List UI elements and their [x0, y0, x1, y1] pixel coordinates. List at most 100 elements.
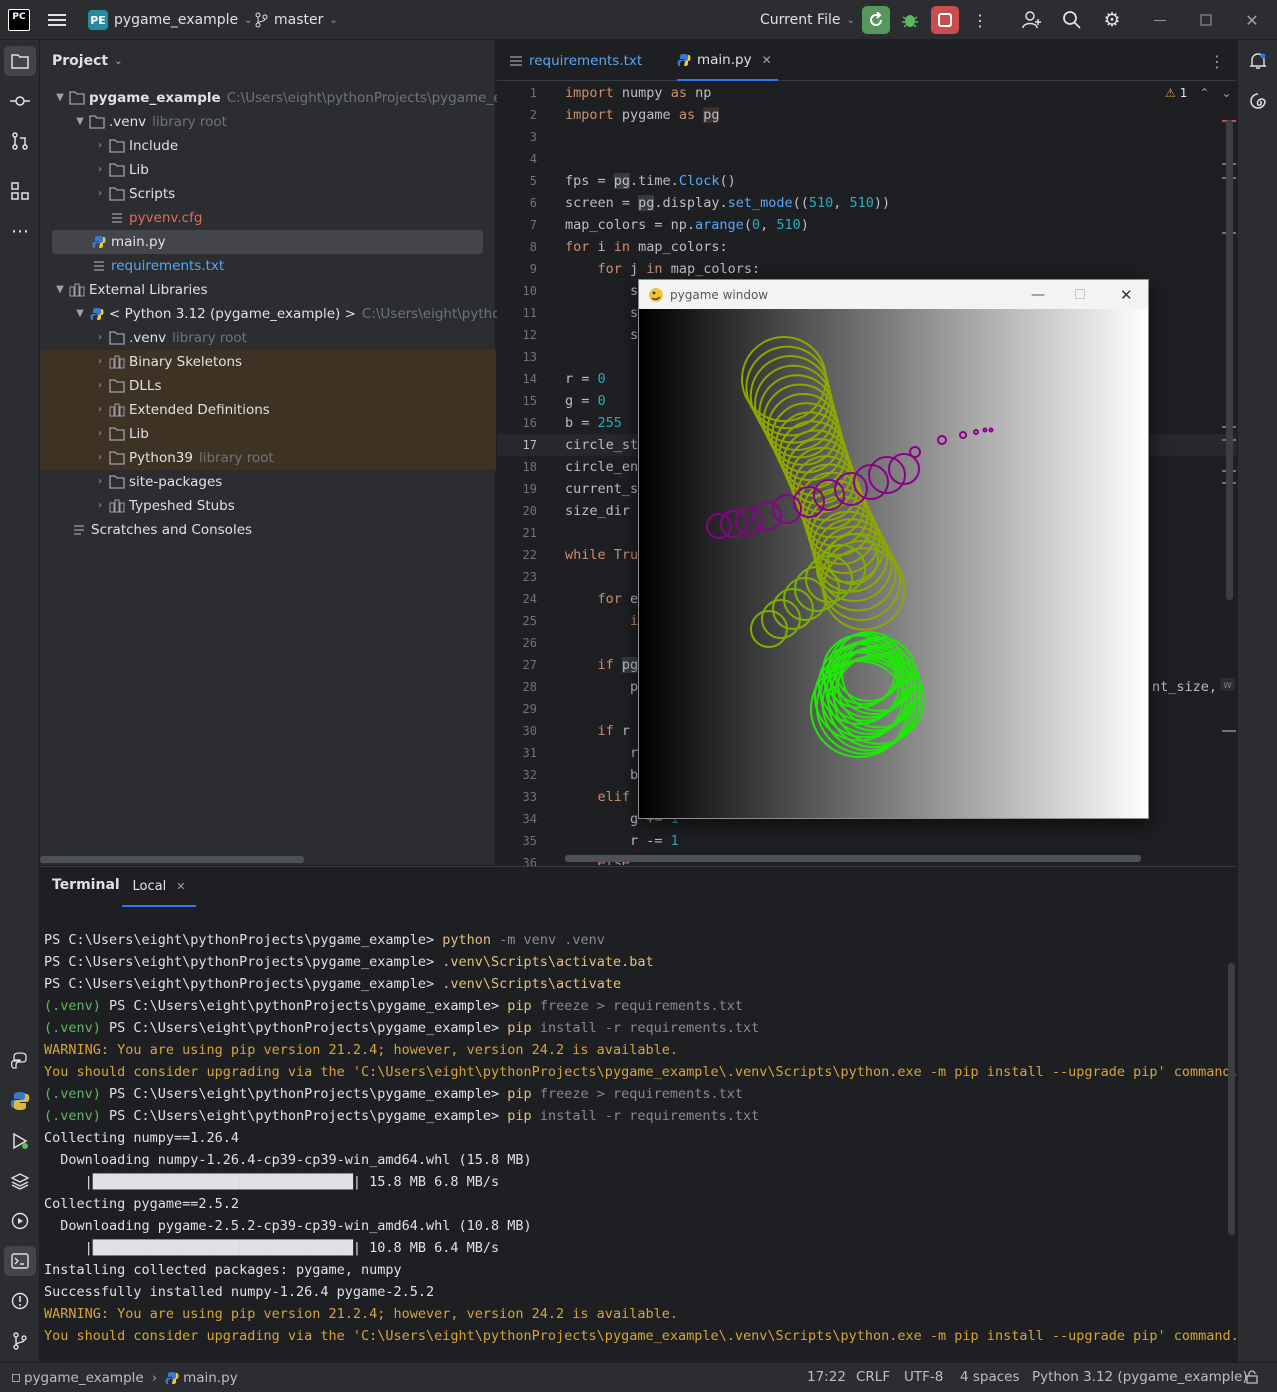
- tab-options-icon[interactable]: ⋮: [1209, 50, 1225, 72]
- project-panel-header[interactable]: Project ⌄: [52, 50, 122, 72]
- run-config-label: Current File: [760, 12, 841, 28]
- close-tab-icon[interactable]: ✕: [762, 53, 772, 67]
- breadcrumb-project[interactable]: pygame_example: [24, 1370, 144, 1386]
- tab-local[interactable]: Local ✕: [122, 867, 196, 907]
- tree-item-label: Binary Skeletons: [129, 354, 243, 370]
- scroll-marker[interactable]: [1222, 730, 1236, 732]
- tree-item-python39[interactable]: › Python39 library root: [92, 446, 274, 470]
- chevron-up-icon[interactable]: ⌃: [1199, 86, 1209, 100]
- chevron-down-icon: ⌄: [846, 14, 855, 26]
- library-icon: [68, 283, 86, 297]
- debug-button[interactable]: [898, 8, 922, 32]
- tree-item-typeshed-stubs[interactable]: › Typeshed Stubs: [92, 494, 235, 518]
- git-tool-button[interactable]: [4, 1326, 36, 1356]
- minimize-window-button[interactable]: —: [1150, 8, 1170, 32]
- pygame-close-button[interactable]: ✕: [1120, 286, 1133, 304]
- chevron-right-icon: ›: [98, 428, 102, 439]
- line-number: 15: [522, 394, 537, 408]
- pygame-canvas[interactable]: [639, 309, 1148, 818]
- line-number: 31: [522, 746, 537, 760]
- tree-item-lib[interactable]: › Lib: [92, 158, 149, 182]
- maximize-window-button[interactable]: [1196, 8, 1216, 32]
- tree-item-dlls[interactable]: › DLLs: [92, 374, 161, 398]
- line-number: 34: [522, 812, 537, 826]
- pygame-minimize-button[interactable]: —: [1031, 287, 1045, 303]
- line-separator[interactable]: CRLF: [856, 1369, 890, 1385]
- tree-item-label: < Python 3.12 (pygame_example) >: [109, 306, 356, 322]
- run-config-selector[interactable]: Current File ⌄: [760, 0, 855, 40]
- settings-button[interactable]: ⚙: [1100, 8, 1124, 32]
- terminal-scrollbar[interactable]: [1228, 963, 1235, 1235]
- close-window-button[interactable]: ✕: [1242, 8, 1262, 32]
- python-tool-button[interactable]: [4, 1086, 36, 1116]
- tree-item-external-libraries[interactable]: ▼ External Libraries: [52, 278, 207, 302]
- layers-tool-button[interactable]: [4, 1166, 36, 1196]
- tree-item-main-py[interactable]: main.py: [90, 230, 166, 254]
- pull-requests-tool-button[interactable]: [4, 126, 36, 156]
- folder-icon: [88, 115, 106, 129]
- warning-icon: ⚠: [1165, 86, 1176, 100]
- tree-item-sdk-lib[interactable]: › Lib: [92, 422, 149, 446]
- tree-item-site-packages[interactable]: › site-packages: [92, 470, 222, 494]
- chevron-down-icon: ▼: [56, 92, 64, 103]
- breadcrumb-file[interactable]: main.py: [183, 1370, 238, 1386]
- tree-item-venv[interactable]: ▼ .venv library root: [72, 110, 227, 134]
- search-button[interactable]: [1060, 8, 1084, 32]
- services-tool-button[interactable]: [4, 1206, 36, 1236]
- problems-tool-button[interactable]: [4, 1286, 36, 1316]
- run-icon: [13, 1132, 28, 1150]
- chevron-down-icon: ⌄: [114, 55, 123, 67]
- editor-horizontal-scrollbar[interactable]: [565, 855, 1141, 862]
- tab-main-py[interactable]: main.py ✕: [677, 40, 778, 81]
- code-line: circle_en: [565, 459, 639, 475]
- project-selector[interactable]: PE pygame_example ⌄: [88, 0, 253, 40]
- tree-item-root[interactable]: ▼ pygame_example C:\Users\eight\pythonPr…: [52, 86, 539, 110]
- caret-position[interactable]: 17:22: [807, 1369, 846, 1385]
- ai-assistant-button[interactable]: [1243, 86, 1273, 116]
- tree-item-python-sdk[interactable]: ▼ < Python 3.12 (pygame_example) > C:\Us…: [72, 302, 530, 326]
- warning-count: 1: [1179, 86, 1188, 100]
- rerun-button[interactable]: [862, 6, 890, 34]
- tree-item-scripts[interactable]: › Scripts: [92, 182, 175, 206]
- indent-setting[interactable]: 4 spaces: [960, 1369, 1020, 1385]
- lock-icon[interactable]: [1245, 1370, 1259, 1384]
- close-tab-icon[interactable]: ✕: [176, 880, 185, 893]
- main-menu-icon[interactable]: [46, 10, 68, 30]
- branch-selector[interactable]: master ⌄: [254, 0, 338, 40]
- tree-item-include[interactable]: › Include: [92, 134, 178, 158]
- add-user-button[interactable]: [1020, 8, 1044, 32]
- pygame-window-title: pygame window: [670, 287, 769, 302]
- interpreter-selector[interactable]: Python 3.12 (pygame_example): [1032, 1369, 1248, 1385]
- horizontal-scrollbar[interactable]: [40, 856, 304, 863]
- run-tool-button[interactable]: [4, 1126, 36, 1156]
- structure-tool-button[interactable]: [4, 176, 36, 206]
- python-icon: [88, 307, 106, 321]
- pygame-window[interactable]: pygame window — ✕: [638, 279, 1149, 819]
- pygame-maximize-button[interactable]: [1075, 289, 1085, 299]
- tab-label: Local: [132, 878, 167, 894]
- tree-item-sdk-venv[interactable]: › .venv library root: [92, 326, 247, 350]
- tree-item-extended-definitions[interactable]: › Extended Definitions: [92, 398, 270, 422]
- more-actions-icon[interactable]: ⋮: [970, 8, 990, 32]
- right-tool-strip: [1237, 40, 1277, 1362]
- tree-item-hint: C:\Users\eight\pythonProjects\pygame_exa…: [226, 90, 540, 106]
- tree-item-scratches[interactable]: Scratches and Consoles: [70, 518, 252, 542]
- chevron-down-icon[interactable]: ⌄: [1221, 86, 1231, 100]
- tree-item-requirements[interactable]: requirements.txt: [90, 254, 224, 278]
- stop-button[interactable]: [931, 6, 959, 34]
- vertical-scrollbar[interactable]: [1226, 120, 1233, 600]
- inspection-widget[interactable]: ⚠ 1 ⌃ ⌄: [1165, 86, 1232, 100]
- python-packages-tool-button[interactable]: [4, 1046, 36, 1076]
- tree-item-label: pyvenv.cfg: [129, 210, 203, 226]
- terminal-tool-button[interactable]: [4, 1246, 36, 1276]
- tree-item-binary-skeletons[interactable]: › Binary Skeletons: [92, 350, 242, 374]
- tree-item-pyvenv-cfg[interactable]: pyvenv.cfg: [108, 206, 202, 230]
- tree-item-label: .venv: [129, 330, 167, 346]
- notifications-button[interactable]: [1243, 46, 1273, 76]
- file-encoding[interactable]: UTF-8: [904, 1369, 943, 1385]
- pygame-titlebar[interactable]: pygame window — ✕: [639, 280, 1148, 309]
- commit-tool-button[interactable]: [4, 86, 36, 116]
- more-tools-icon[interactable]: ⋯: [4, 216, 36, 246]
- project-tool-button[interactable]: [4, 46, 36, 76]
- chevron-right-icon: ›: [98, 500, 102, 511]
